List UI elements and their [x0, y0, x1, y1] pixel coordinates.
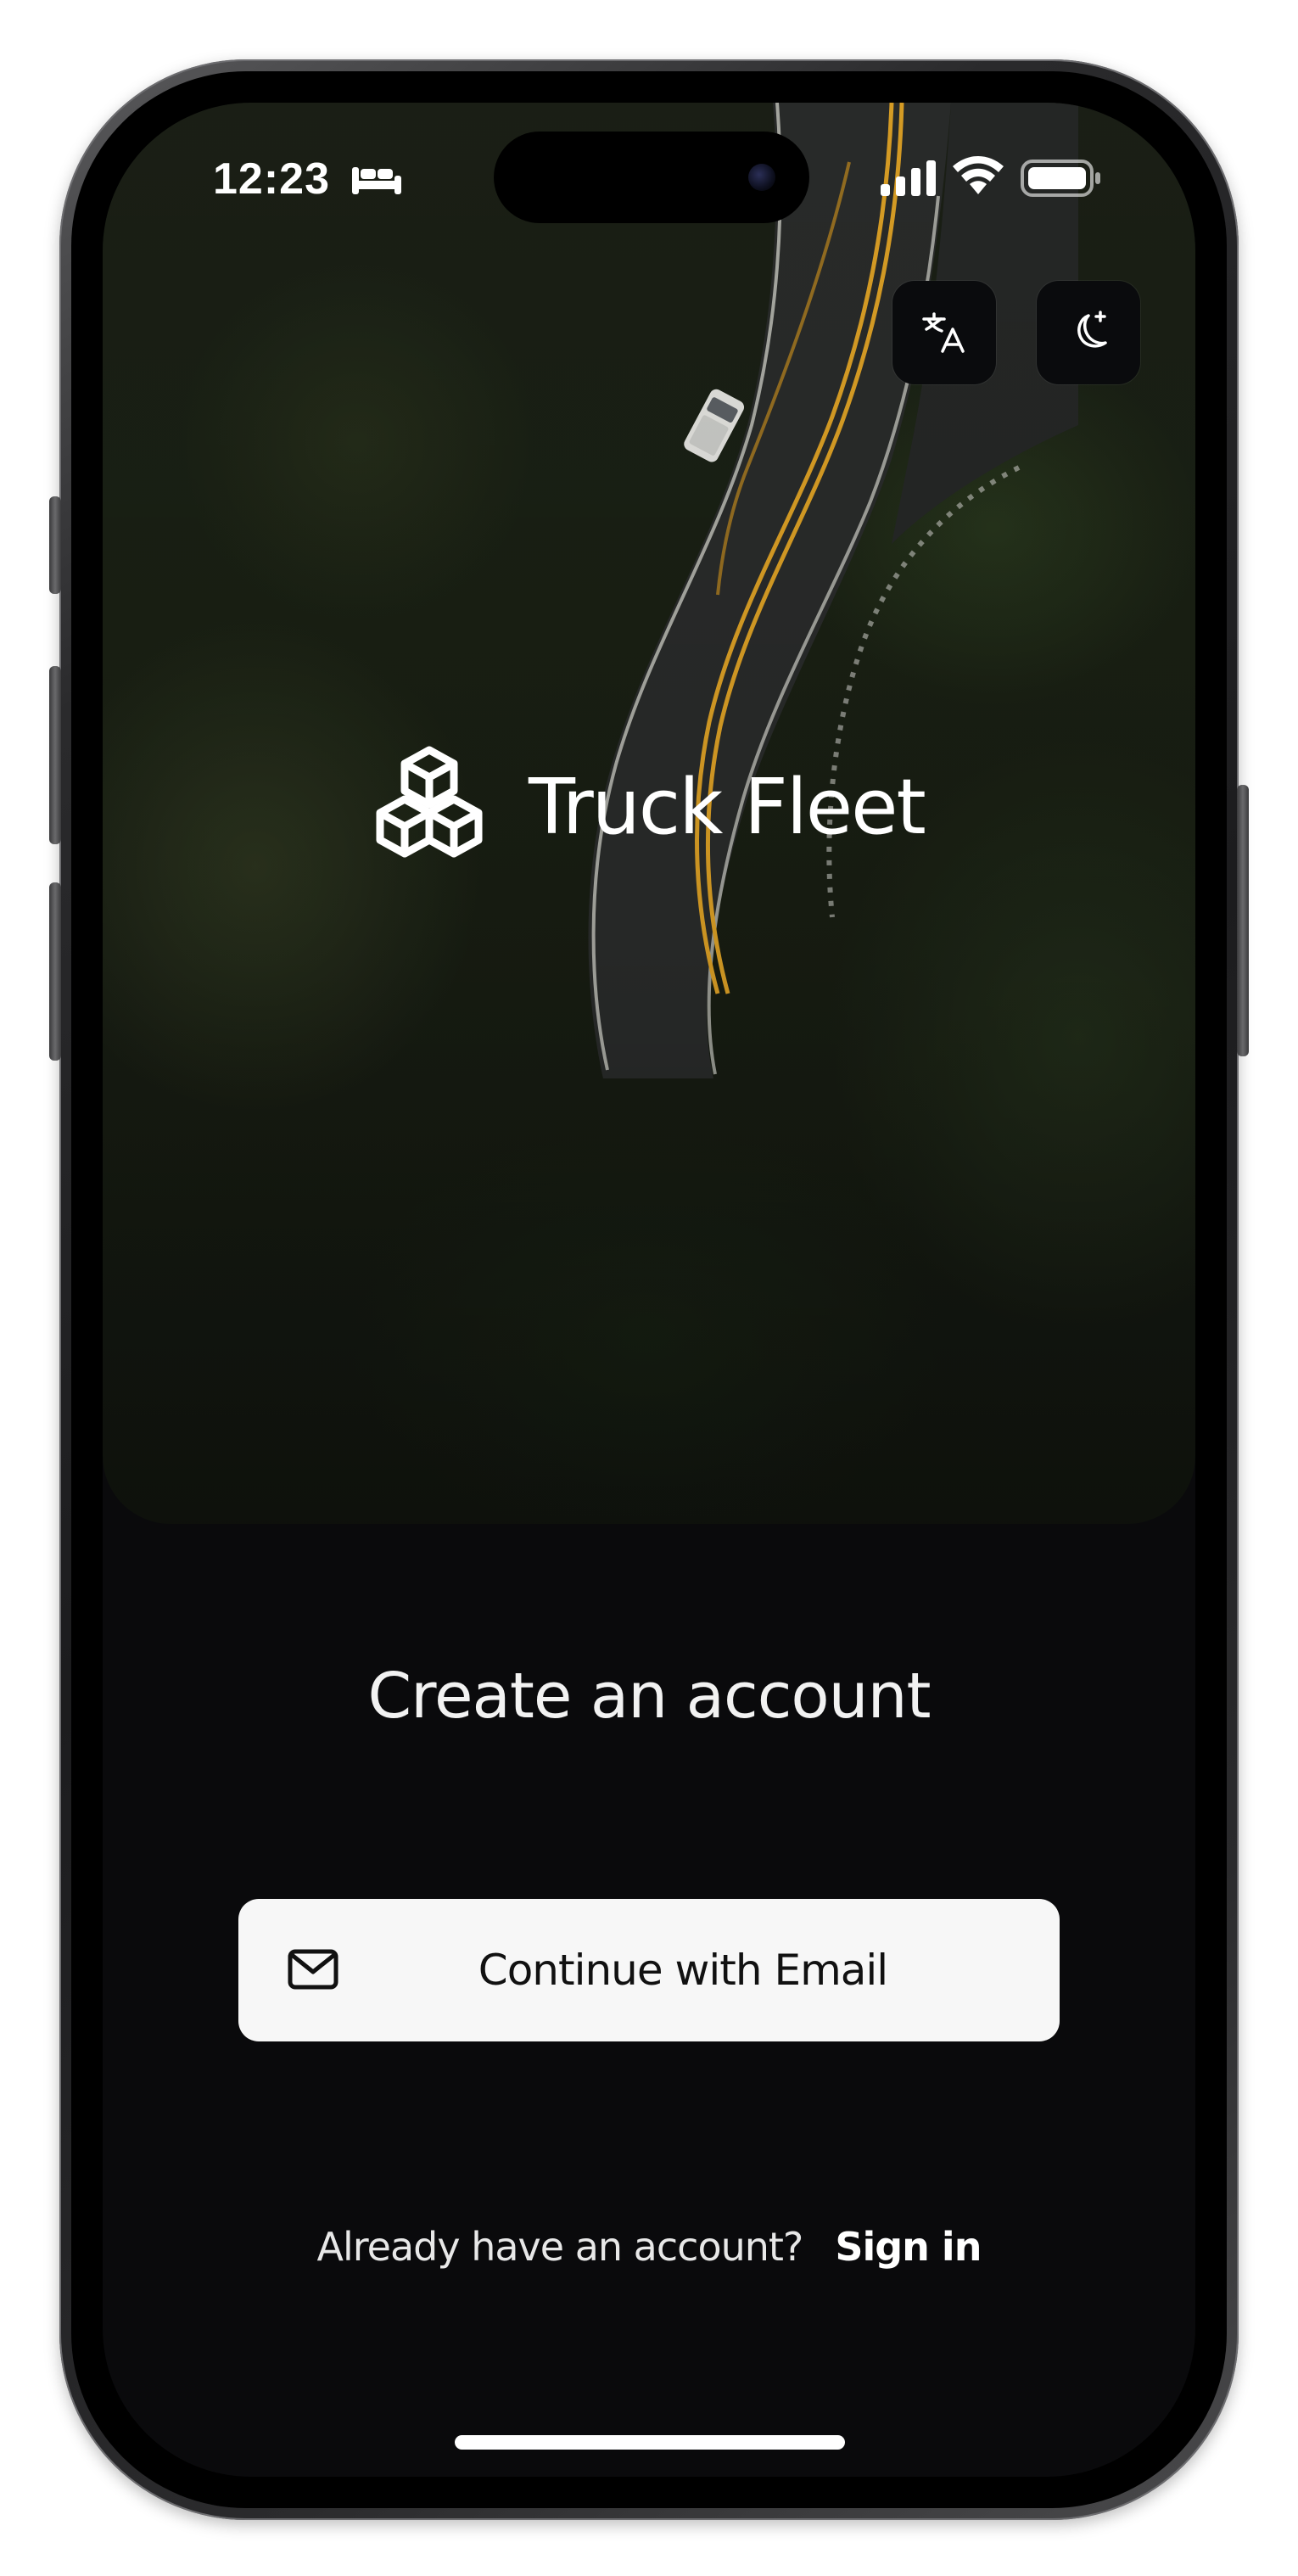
- action-button: [49, 496, 61, 594]
- home-indicator[interactable]: [455, 2435, 845, 2450]
- camera-lens: [748, 164, 775, 191]
- page-title: Create an account: [367, 1660, 932, 1733]
- brand-name: Truck Fleet: [529, 762, 926, 852]
- screen: 12:23 Truck Fleet Create an account Cont…: [103, 103, 1195, 2477]
- bed-icon: [352, 167, 401, 194]
- signin-prompt: Already have an account?: [316, 2224, 804, 2270]
- volume-up-button: [49, 666, 61, 844]
- brand-logo: Truck Fleet: [366, 739, 926, 875]
- cubes-logo-icon: [376, 746, 483, 858]
- moon-icon: [1077, 311, 1107, 348]
- power-button: [1237, 785, 1249, 1056]
- continue-with-email-button[interactable]: Continue with Email: [238, 1899, 1060, 2041]
- translate-button[interactable]: [892, 281, 996, 384]
- volume-down-button: [49, 882, 61, 1061]
- battery-icon: [1021, 160, 1100, 197]
- status-time: 12:23: [213, 154, 330, 204]
- continue-with-email-label: Continue with Email: [478, 1946, 888, 1995]
- dynamic-island: [494, 132, 809, 223]
- sign-in-link[interactable]: Sign in: [835, 2224, 982, 2270]
- translate-icon: [922, 312, 965, 353]
- cellular-signal-icon: [881, 160, 936, 196]
- wifi-icon: [953, 156, 1004, 194]
- theme-toggle-button[interactable]: [1037, 281, 1140, 384]
- signin-row: Already have an account? Sign in: [103, 2224, 1195, 2270]
